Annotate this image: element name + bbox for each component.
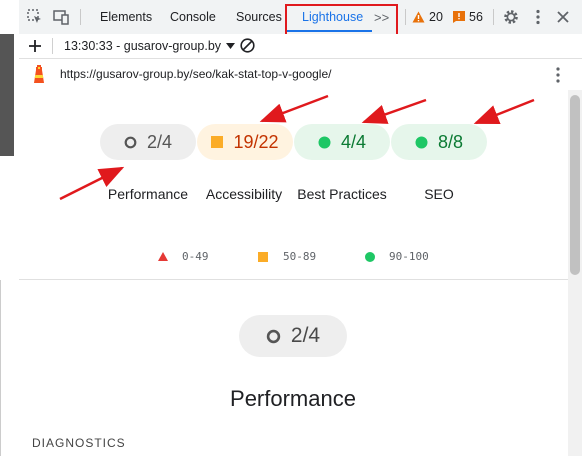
scrollbar-thumb[interactable] xyxy=(570,95,580,275)
seo-score: 8/8 xyxy=(437,131,464,152)
annotation-highlight-box xyxy=(285,4,398,36)
report-url[interactable]: https://gusarov-group.by/seo/kak-stat-to… xyxy=(60,67,331,81)
inspect-element-icon[interactable] xyxy=(26,8,44,26)
pass-circle-icon xyxy=(318,136,331,148)
settings-gear-icon[interactable] xyxy=(502,8,520,26)
lighthouse-logo-icon xyxy=(34,65,44,83)
toolbar-separator xyxy=(493,9,494,25)
tab-console[interactable]: Console xyxy=(170,0,216,34)
issues-counter[interactable]: 56 xyxy=(453,0,483,34)
category-label-performance: Performance xyxy=(107,186,189,202)
fail-triangle-icon xyxy=(158,252,168,261)
left-edge-strip xyxy=(0,0,19,456)
report-timestamp: 13:30:33 - gusarov-group.by xyxy=(64,39,222,53)
toolbar-separator xyxy=(405,9,406,25)
issues-count: 56 xyxy=(469,10,483,24)
legend-average: 50-89 xyxy=(258,250,316,263)
clear-reports-icon[interactable] xyxy=(239,37,256,54)
average-square-icon xyxy=(211,136,224,148)
toolbar-separator xyxy=(52,38,53,54)
neutral-circle-icon xyxy=(266,329,281,343)
average-square-icon xyxy=(258,251,268,262)
legend-pass-range: 90-100 xyxy=(389,250,429,263)
warnings-count: 20 xyxy=(429,10,443,24)
warning-icon xyxy=(412,11,425,23)
report-toolbar: 13:30:33 - gusarov-group.by xyxy=(19,34,582,59)
close-devtools-icon[interactable] xyxy=(554,8,572,26)
category-label-accessibility: Accessibility xyxy=(205,186,283,202)
report-menu-icon[interactable] xyxy=(551,66,565,84)
pass-circle-icon xyxy=(415,136,428,148)
legend-fail: 0-49 xyxy=(158,250,209,263)
left-edge-dark-panel xyxy=(0,34,14,156)
more-options-icon[interactable] xyxy=(529,8,547,26)
dropdown-arrow-icon xyxy=(226,42,236,49)
tab-elements[interactable]: Elements xyxy=(100,0,152,34)
neutral-circle-icon xyxy=(124,136,137,148)
pass-circle-icon xyxy=(365,251,375,262)
left-edge-border xyxy=(0,280,1,456)
legend-pass: 90-100 xyxy=(365,250,429,263)
accessibility-score-pill[interactable]: 19/22 xyxy=(197,124,293,160)
toolbar-separator xyxy=(80,9,81,25)
performance-section-title: Performance xyxy=(230,386,356,411)
seo-score-pill[interactable]: 8/8 xyxy=(391,124,487,160)
performance-section-score: 2/4 xyxy=(290,324,321,347)
performance-section-score-pill: 2/4 xyxy=(239,315,347,357)
issues-flag-icon xyxy=(453,11,465,23)
accessibility-score: 19/22 xyxy=(233,131,279,152)
report-url-bar: https://gusarov-group.by/seo/kak-stat-to… xyxy=(19,59,582,91)
tab-sources[interactable]: Sources xyxy=(236,0,282,34)
device-toolbar-icon[interactable] xyxy=(52,8,70,26)
legend-fail-range: 0-49 xyxy=(182,250,209,263)
best-practices-score-pill[interactable]: 4/4 xyxy=(294,124,390,160)
legend-average-range: 50-89 xyxy=(283,250,317,263)
report-selector[interactable]: 13:30:33 - gusarov-group.by xyxy=(64,39,236,53)
new-report-plus-icon[interactable] xyxy=(27,38,43,54)
section-divider xyxy=(19,279,568,280)
category-label-best-practices: Best Practices xyxy=(297,186,387,202)
best-practices-score: 4/4 xyxy=(340,131,367,152)
performance-score-pill[interactable]: 2/4 xyxy=(100,124,196,160)
performance-score: 2/4 xyxy=(146,131,173,152)
category-label-seo: SEO xyxy=(424,186,454,202)
diagnostics-heading: DIAGNOSTICS xyxy=(32,436,126,450)
warnings-counter[interactable]: 20 xyxy=(412,0,443,34)
